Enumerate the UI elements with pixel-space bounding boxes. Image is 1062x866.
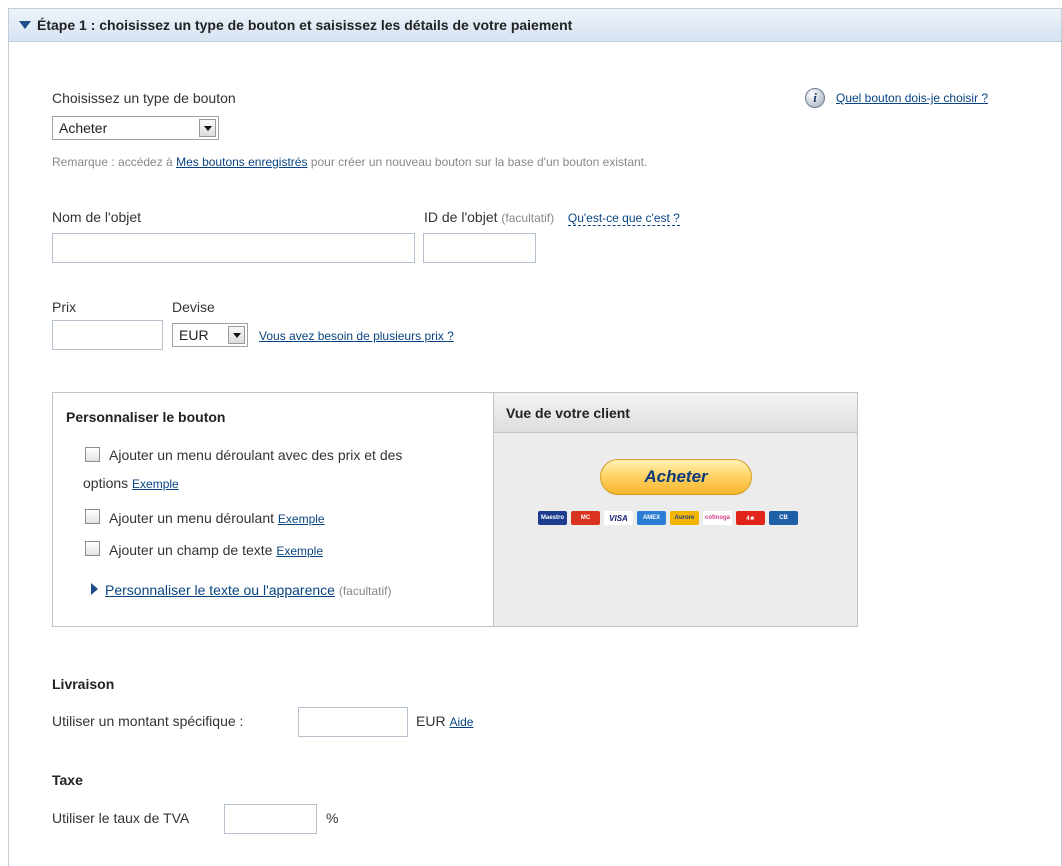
multiple-prices-link[interactable]: Vous avez besoin de plusieurs prix ?: [259, 329, 454, 343]
item-id-label: ID de l'objet: [424, 209, 498, 225]
item-name-label: Nom de l'objet: [52, 209, 142, 225]
amex-card-icon: AMEX: [637, 511, 666, 525]
option2-checkbox[interactable]: [85, 509, 100, 524]
item-id-input[interactable]: [423, 233, 536, 263]
option1-label: Ajouter un menu déroulant avec des prix …: [109, 447, 403, 463]
button-type-label: Choisissez un type de bouton: [52, 90, 236, 106]
option1-checkbox[interactable]: [85, 447, 100, 462]
shipping-label: Utiliser un montant spécifique :: [52, 713, 244, 729]
item-id-help-link[interactable]: Qu'est-ce que c'est ?: [567, 211, 680, 226]
option3-label: Ajouter un champ de texte: [109, 542, 273, 558]
preview-buy-button: Acheter: [600, 459, 752, 495]
tax-title: Taxe: [52, 772, 83, 788]
customize-panel: Personnaliser le bouton Ajouter un menu …: [53, 393, 493, 626]
maestro-card-icon: Maestro: [538, 511, 567, 525]
cofinoga-card-icon: cofinoga: [703, 511, 732, 525]
vat-rate-input[interactable]: [224, 804, 317, 834]
cb-card-icon: CB: [769, 511, 798, 525]
shipping-currency-row: EUR Aide: [416, 713, 473, 729]
saved-buttons-note: Remarque : accédez à Mes boutons enregis…: [52, 155, 647, 169]
option1-example-link[interactable]: Exemple: [132, 477, 179, 491]
customize-box: Personnaliser le bouton Ajouter un menu …: [52, 392, 858, 627]
visa-card-icon: VISA: [604, 511, 633, 525]
note-prefix: Remarque : accédez à: [52, 155, 177, 169]
appearance-optional: (facultatif): [338, 584, 392, 598]
shipping-currency: EUR: [416, 713, 446, 729]
shipping-title: Livraison: [52, 676, 115, 692]
item-id-optional: (facultatif): [501, 211, 555, 225]
chevron-down-icon[interactable]: [199, 119, 216, 137]
payment-cards: Maestro MC VISA AMEX Aurore cofinoga 4★ …: [538, 511, 798, 525]
option3-checkbox[interactable]: [85, 541, 100, 556]
option2-example-link[interactable]: Exemple: [278, 512, 325, 526]
currency-value: EUR: [179, 327, 209, 343]
currency-select[interactable]: EUR: [172, 323, 248, 347]
4etoiles-card-icon: 4★: [736, 511, 765, 525]
item-name-input[interactable]: [52, 233, 415, 263]
button-type-value: Acheter: [59, 120, 108, 136]
saved-buttons-link[interactable]: Mes boutons enregistrés: [176, 155, 307, 169]
appearance-row: Personnaliser le texte ou l'apparence (f…: [105, 582, 392, 598]
step1-header[interactable]: Étape 1 : choisissez un type de bouton e…: [9, 8, 1061, 42]
note-suffix: pour créer un nouveau bouton sur la base…: [307, 155, 648, 169]
customize-title: Personnaliser le bouton: [66, 409, 226, 425]
option3-example-link[interactable]: Exemple: [276, 544, 323, 558]
shipping-amount-input[interactable]: [298, 707, 408, 737]
tax-label: Utiliser le taux de TVA: [52, 810, 190, 826]
currency-label: Devise: [172, 299, 215, 315]
mastercard-card-icon: MC: [571, 511, 600, 525]
aurore-card-icon: Aurore: [670, 511, 699, 525]
button-type-select[interactable]: Acheter: [52, 116, 219, 140]
info-icon: i: [805, 88, 825, 108]
preview-title: Vue de votre client: [494, 393, 857, 433]
customer-preview-panel: Vue de votre client Acheter Maestro MC V…: [493, 393, 857, 626]
option3-row: Ajouter un champ de texte Exemple: [109, 542, 323, 558]
expand-triangle-icon[interactable]: [91, 583, 98, 595]
price-input[interactable]: [52, 320, 163, 350]
collapse-triangle-icon[interactable]: [19, 21, 31, 29]
price-label: Prix: [52, 299, 77, 315]
which-button-link[interactable]: Quel bouton dois-je choisir ?: [836, 91, 988, 105]
option2-row: Ajouter un menu déroulant Exemple: [109, 510, 325, 526]
option1-label-line2: options: [83, 475, 129, 491]
chevron-down-icon[interactable]: [228, 326, 245, 344]
option1-label-cont: options Exemple: [83, 475, 179, 491]
item-id-label-group: ID de l'objet (facultatif) Qu'est-ce que…: [424, 209, 680, 226]
customize-appearance-link[interactable]: Personnaliser le texte ou l'apparence: [105, 582, 335, 598]
step1-title: Étape 1 : choisissez un type de bouton e…: [37, 17, 573, 33]
shipping-help-link[interactable]: Aide: [449, 715, 473, 729]
vat-percent-unit: %: [326, 810, 339, 826]
option2-label: Ajouter un menu déroulant: [109, 510, 274, 526]
